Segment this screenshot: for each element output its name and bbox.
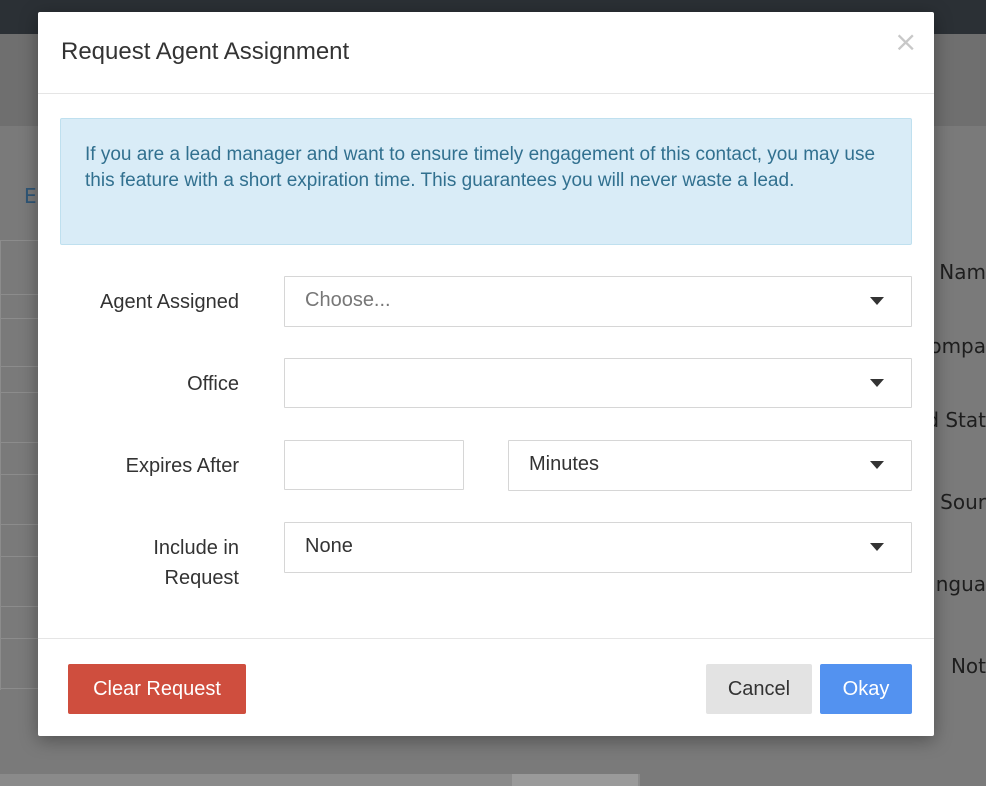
background-row-line: [0, 688, 38, 689]
include-in-request-label-line1: Include in: [153, 537, 239, 559]
agent-assigned-label: Agent Assigned: [100, 291, 239, 313]
background-row-line: [0, 442, 38, 443]
clear-request-button[interactable]: Clear Request: [68, 664, 246, 714]
background-field-label: Not: [950, 654, 986, 678]
expires-after-amount-input[interactable]: [284, 440, 464, 490]
include-in-request-value: None: [305, 535, 353, 557]
caret-down-icon: [870, 297, 884, 305]
info-alert: If you are a lead manager and want to en…: [60, 118, 912, 245]
office-label: Office: [187, 373, 239, 395]
caret-down-icon: [870, 461, 884, 469]
modal-header: Request Agent Assignment ×: [38, 12, 934, 94]
expires-after-label: Expires After: [125, 455, 239, 477]
agent-assigned-placeholder: Choose...: [305, 289, 391, 311]
include-in-request-label-line2: Request: [164, 567, 240, 589]
close-icon[interactable]: ×: [894, 28, 917, 56]
expires-after-unit-select[interactable]: Minutes: [508, 440, 912, 491]
cancel-button[interactable]: Cancel: [706, 664, 812, 714]
background-row-line: [0, 294, 38, 295]
caret-down-icon: [870, 543, 884, 551]
background-row-line: [0, 392, 38, 393]
background-row-line: [0, 524, 38, 525]
include-in-request-select[interactable]: None: [284, 522, 912, 573]
background-bottom-button: [512, 774, 638, 786]
background-row-line: [0, 638, 38, 639]
background-divider: [0, 240, 1, 690]
background-field-label: ompa: [929, 334, 986, 358]
include-in-request-label: Include in Request: [153, 533, 239, 593]
background-row-line: [0, 474, 38, 475]
background-row-line: [0, 240, 38, 241]
modal-footer: Clear Request Cancel Okay: [38, 638, 934, 737]
office-select[interactable]: [284, 358, 912, 408]
background-row-line: [0, 556, 38, 557]
expires-after-unit-value: Minutes: [529, 453, 600, 475]
caret-down-icon: [870, 379, 884, 387]
modal-title: Request Agent Assignment: [61, 38, 350, 65]
background-row-line: [0, 606, 38, 607]
background-field-label: d Stat: [926, 408, 986, 432]
background-row-line: [0, 318, 38, 319]
agent-assigned-select[interactable]: Choose...: [284, 276, 912, 327]
background-row-line: [0, 366, 38, 367]
okay-button[interactable]: Okay: [820, 664, 912, 714]
request-agent-assignment-modal: Request Agent Assignment × If you are a …: [38, 12, 934, 736]
